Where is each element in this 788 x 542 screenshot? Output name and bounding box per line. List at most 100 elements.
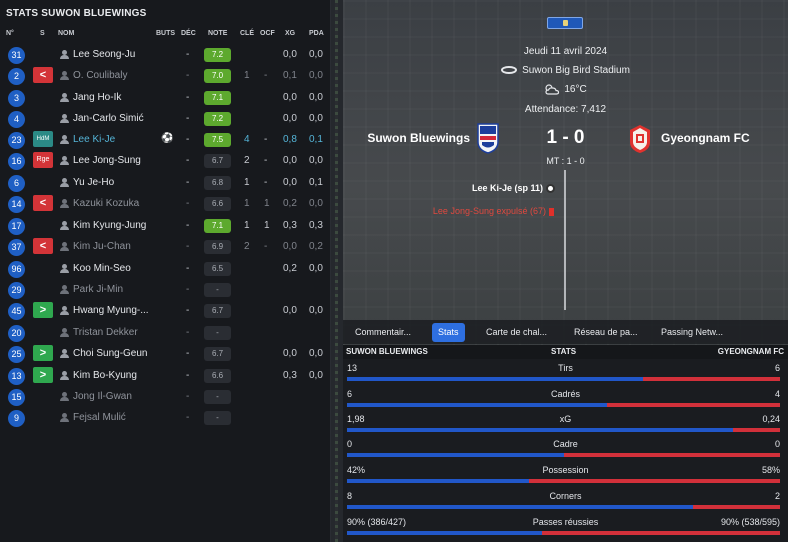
player-name[interactable]: Kim Kyung-Jung (73, 220, 146, 231)
player-row[interactable]: 25 > Choi Sung-Geun - 6.7 0,0 0,0 (0, 344, 331, 365)
player-name[interactable]: Jan-Carlo Simić (73, 113, 144, 124)
away-team-crest[interactable] (628, 124, 652, 154)
col-pda[interactable]: PDA (309, 30, 324, 37)
player-row[interactable]: 17 Kim Kyung-Jung - 7.1 1 1 0,3 0,3 (0, 216, 331, 237)
goal-event[interactable]: Lee Ki-Je (sp 11) (471, 183, 555, 194)
partly-cloudy-icon (545, 84, 560, 95)
shirt-number: 16 (8, 153, 25, 170)
player-row[interactable]: 3 Jang Ho-Ik - 7.1 0,0 0,0 (0, 88, 331, 109)
player-row[interactable]: 37 < Kim Ju-Chan - 6.9 2 - 0,0 0,2 (0, 237, 331, 258)
player-name[interactable]: Fejsal Mulić (73, 412, 126, 423)
dec-value: - (186, 391, 190, 402)
player-name[interactable]: Lee Jong-Sung (73, 155, 141, 166)
tab-shot-map[interactable]: Carte de chal... (480, 323, 553, 342)
player-row[interactable]: 29 Park Ji-Min - - (0, 280, 331, 301)
player-name[interactable]: Koo Min-Seo (73, 263, 131, 274)
red-card-event[interactable]: Lee Jong-Sung expulsé (67) (433, 206, 554, 216)
pda-value: 0,3 (309, 220, 323, 231)
xg-value: 0,0 (283, 92, 297, 103)
shirt-number: 6 (8, 175, 25, 192)
player-icon (60, 178, 69, 188)
shirt-number: 4 (8, 111, 25, 128)
player-name[interactable]: O. Coulibaly (73, 70, 127, 81)
col-dec[interactable]: DÉC (181, 30, 196, 37)
player-name[interactable]: Choi Sung-Geun (73, 348, 148, 359)
player-row[interactable]: 2 < O. Coulibaly - 7.0 1 - 0,1 0,0 (0, 66, 331, 87)
player-name[interactable]: Lee Ki-Je (73, 134, 115, 145)
col-goals[interactable]: BUTS (156, 30, 175, 37)
stat-label: xG (559, 414, 572, 424)
stat-away-value: 0,24 (762, 414, 780, 424)
player-name[interactable]: Park Ji-Min (73, 284, 123, 295)
stat-row: 0 Cadre 0 (343, 437, 788, 463)
ocf-value: - (264, 241, 268, 252)
col-ocf[interactable]: OCF (260, 30, 275, 37)
shirt-number: 15 (8, 389, 25, 406)
player-name[interactable]: Yu Je-Ho (73, 177, 114, 188)
match-date: Jeudi 11 avril 2024 (523, 46, 608, 57)
player-row[interactable]: 14 < Kazuki Kozuka - 6.6 1 1 0,2 0,0 (0, 194, 331, 215)
col-cle[interactable]: CLÉ (240, 30, 254, 37)
player-icon (60, 135, 69, 145)
rating-badge: 6.6 (204, 197, 231, 211)
dec-value: - (186, 198, 190, 209)
player-row[interactable]: 13 > Kim Bo-Kyung - 6.6 0,3 0,0 (0, 366, 331, 387)
status-badge: > (33, 367, 53, 383)
goal-event-text: Lee Ki-Je (sp 11) (471, 183, 543, 193)
stats-header-home: SUWON BLUEWINGS (346, 347, 428, 356)
player-row[interactable]: 4 Jan-Carlo Simić - 7.2 0,0 0,0 (0, 109, 331, 130)
shirt-number: 3 (8, 90, 25, 107)
player-name[interactable]: Kim Ju-Chan (73, 241, 131, 252)
rating-badge: 6.9 (204, 240, 231, 254)
tab-bar: Commentair... Stats Carte de chal... Rés… (343, 320, 788, 344)
player-row[interactable]: 45 > Hwang Myung-... - 6.7 0,0 0,0 (0, 301, 331, 322)
player-name[interactable]: Kim Bo-Kyung (73, 370, 137, 381)
player-name[interactable]: Jang Ho-Ik (73, 92, 121, 103)
ball-icon (546, 184, 555, 194)
player-name[interactable]: Tristan Dekker (73, 327, 138, 338)
status-badge: > (33, 345, 53, 361)
shirt-number: 25 (8, 346, 25, 363)
col-note[interactable]: NOTE (208, 30, 227, 37)
player-row[interactable]: 23 HdM Lee Ki-Je ⚽ - 7.5 4 - 0,8 0,1 (0, 130, 331, 151)
player-row[interactable]: 6 Yu Je-Ho - 6.8 1 - 0,0 0,1 (0, 173, 331, 194)
tab-commentary[interactable]: Commentair... (349, 323, 417, 342)
dec-value: - (186, 70, 190, 81)
halftime-score: MT : 1 - 0 (546, 156, 585, 166)
player-name[interactable]: Lee Seong-Ju (73, 49, 135, 60)
player-row[interactable]: 31 Lee Seong-Ju - 7.2 0,0 0,0 (0, 45, 331, 66)
xg-value: 0,0 (283, 49, 297, 60)
player-row[interactable]: 9 Fejsal Mulić - - (0, 408, 331, 429)
shirt-number: 29 (8, 282, 25, 299)
ocf-value: 1 (264, 220, 270, 231)
stat-row: 90% (386/427) Passes réussies 90% (538/595… (343, 515, 788, 541)
player-name[interactable]: Jong Il-Gwan (73, 391, 132, 402)
tab-pass-network[interactable]: Réseau de pa... (568, 323, 644, 342)
tab-passing-network[interactable]: Passing Netw... (655, 323, 729, 342)
player-row[interactable]: 20 Tristan Dekker - - (0, 323, 331, 344)
panel-divider (331, 0, 343, 542)
shirt-number: 31 (8, 47, 25, 64)
status-badge: HdM (33, 131, 53, 147)
player-name[interactable]: Hwang Myung-... (73, 305, 149, 316)
col-name[interactable]: NOM (58, 30, 74, 37)
player-row[interactable]: 96 Koo Min-Seo - 6.5 0,2 0,0 (0, 259, 331, 280)
player-name[interactable]: Kazuki Kozuka (73, 198, 139, 209)
stats-header-title: STATS (551, 347, 577, 356)
player-row[interactable]: 16 Rge Lee Jong-Sung - 6.7 2 - 0,0 0,0 (0, 151, 331, 172)
rating-badge: - (204, 326, 231, 340)
status-badge: < (33, 195, 53, 211)
rating-badge: - (204, 411, 231, 425)
away-team-name[interactable]: Gyeongnam FC (661, 131, 750, 145)
col-status[interactable]: S (40, 30, 45, 37)
dec-value: - (186, 49, 190, 60)
col-num[interactable]: N° (6, 30, 14, 37)
col-xg[interactable]: XG (285, 30, 295, 37)
dec-value: - (186, 92, 190, 103)
key-passes-value: 1 (244, 177, 250, 188)
pda-value: 0,0 (309, 92, 323, 103)
stat-away-value: 90% (538/595) (720, 517, 780, 527)
player-row[interactable]: 15 Jong Il-Gwan - - (0, 387, 331, 408)
stat-home-share (347, 428, 734, 432)
tab-stats[interactable]: Stats (432, 323, 465, 342)
